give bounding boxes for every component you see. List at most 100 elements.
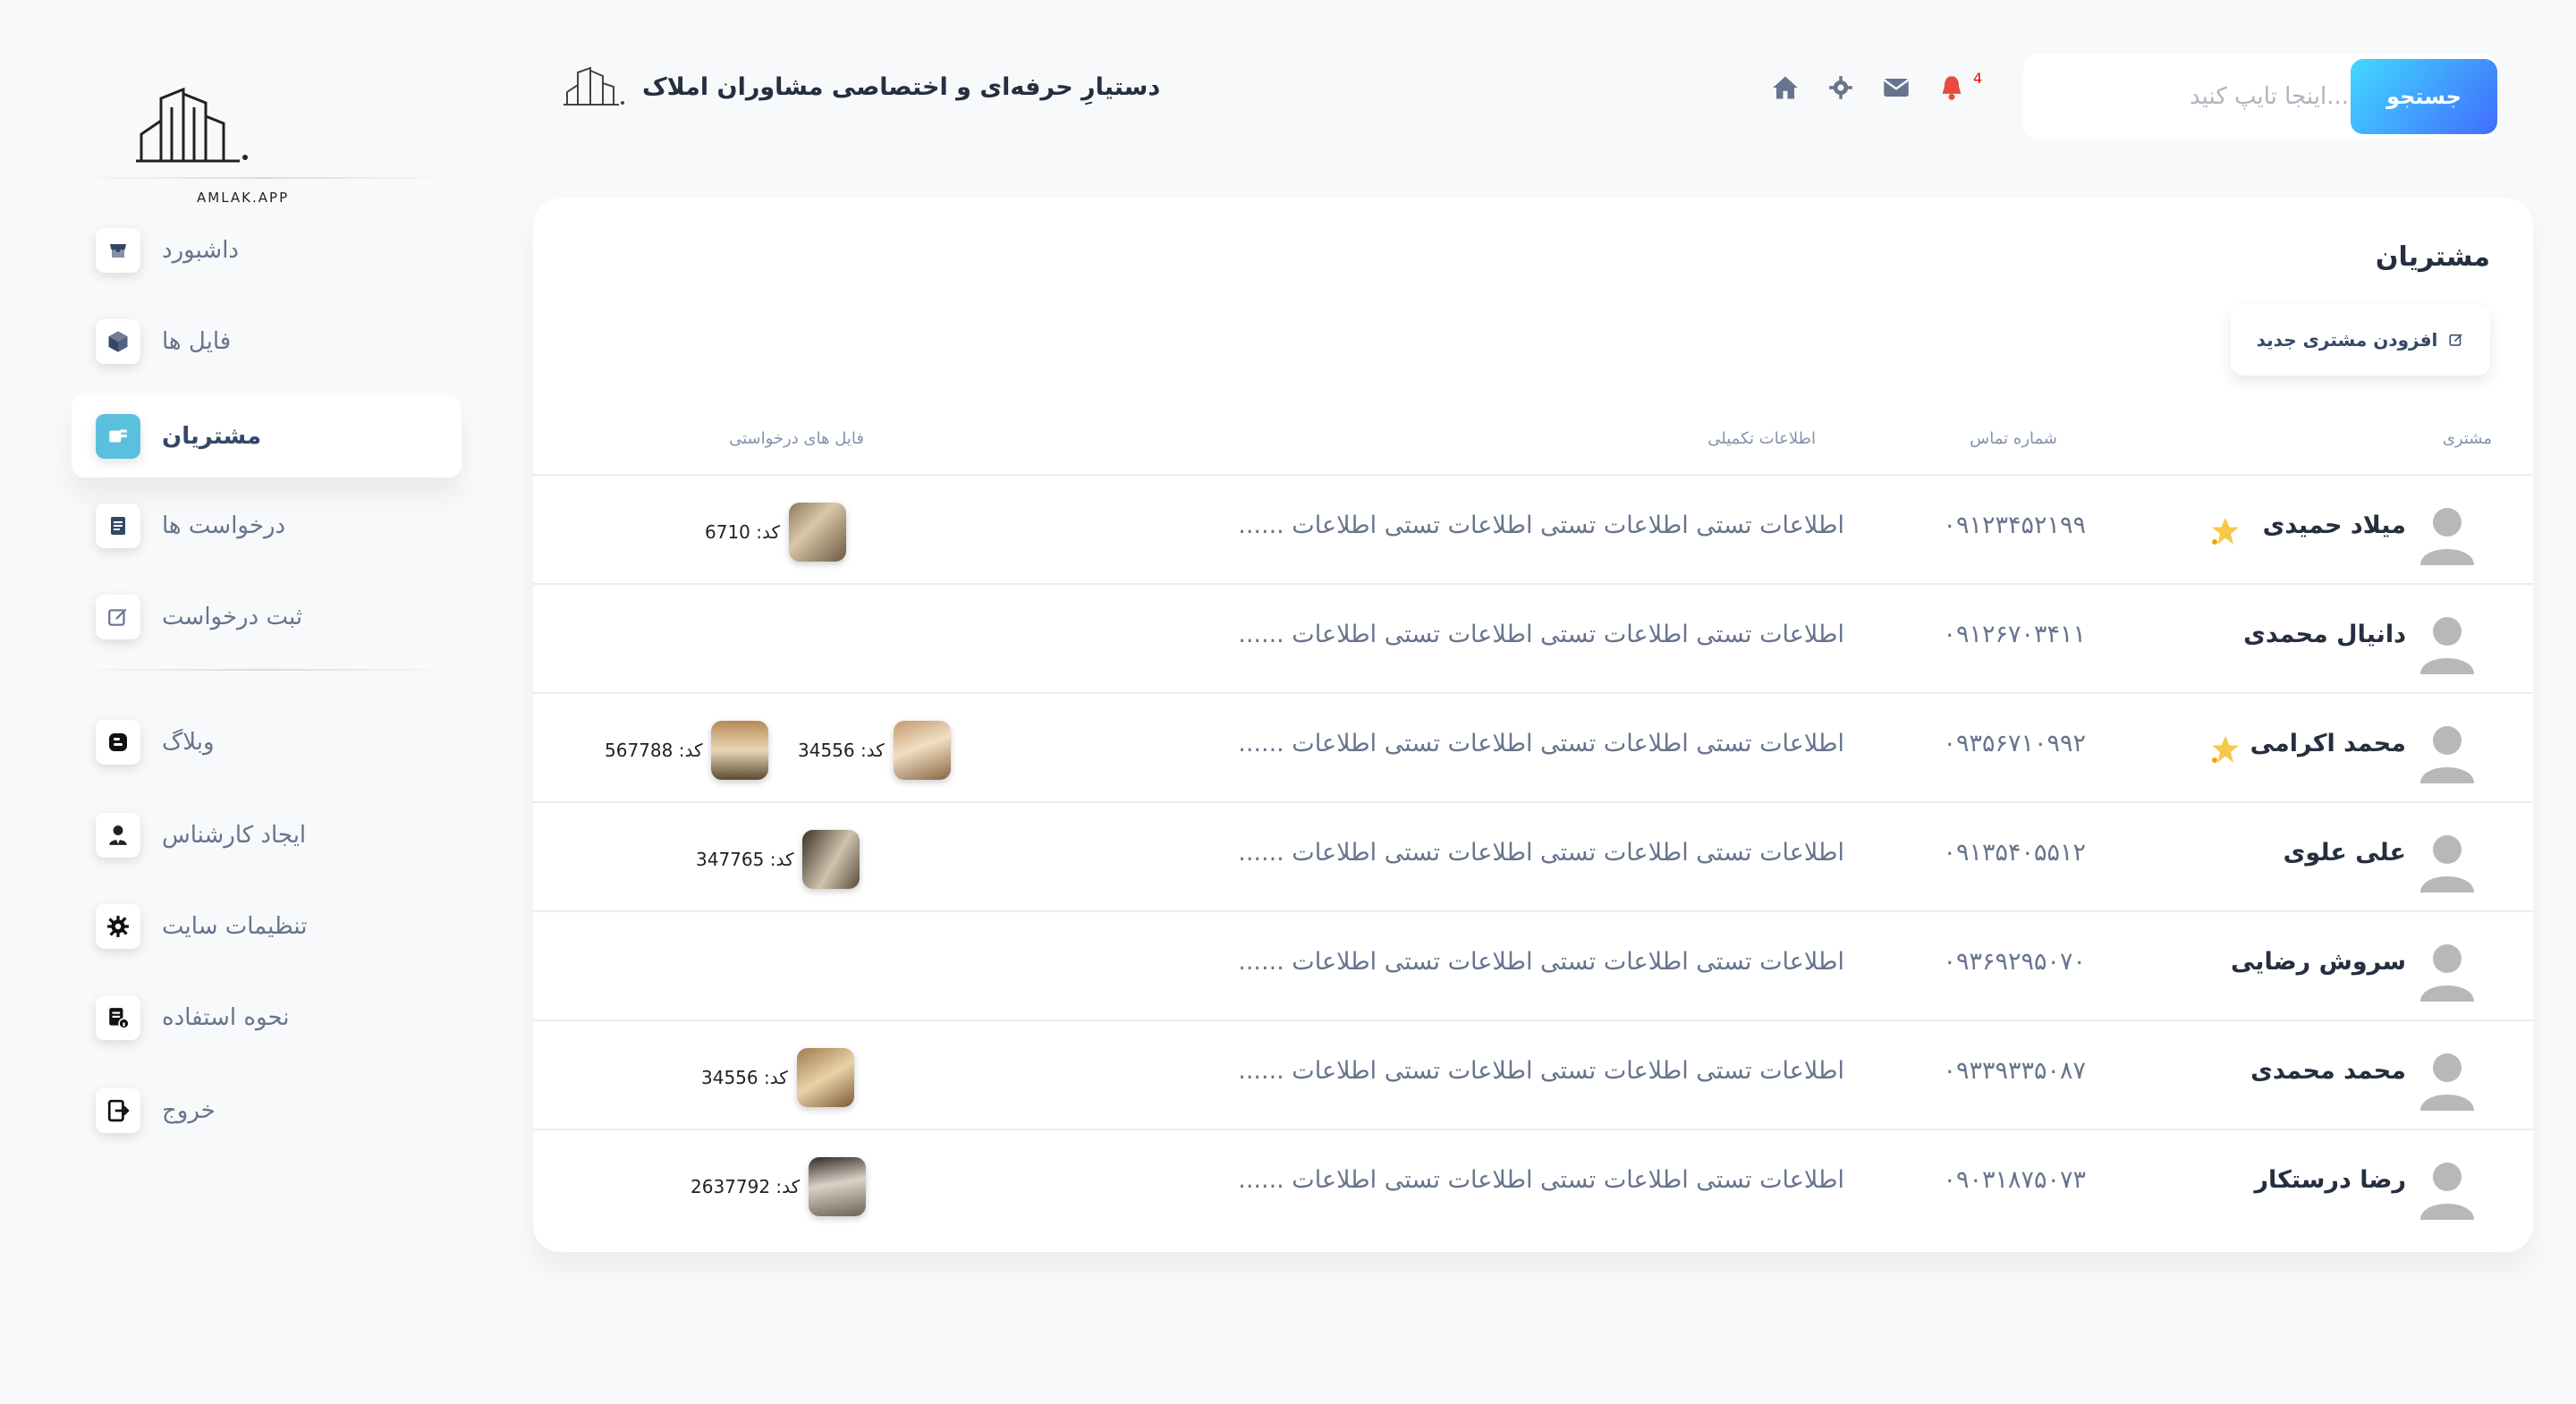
customer-phone: ۰۹۰۳۱۸۷۵۰۷۳ xyxy=(1943,1166,2086,1194)
sidebar-item-files[interactable]: فایل ها xyxy=(72,300,462,383)
gear-icon[interactable] xyxy=(1826,73,1855,102)
customer-name[interactable]: علی علوی xyxy=(2284,839,2406,867)
buildings-icon xyxy=(564,66,624,106)
file-code: کد: 34556 xyxy=(798,740,885,761)
file-thumbnail xyxy=(796,1048,854,1107)
customers-card: مشتریان افزودن مشتری جدید مشتری شماره تم… xyxy=(533,199,2533,1252)
sidebar-item-create-agent[interactable]: ایجاد کارشناس xyxy=(72,794,462,876)
avatar xyxy=(2420,1053,2474,1111)
logo[interactable]: AMLAK.APP xyxy=(134,80,313,215)
edit-icon xyxy=(2449,334,2462,346)
envelope-icon[interactable] xyxy=(1882,73,1911,102)
search-input[interactable] xyxy=(2045,70,2349,123)
table-row[interactable]: محمد محمدی ۰۹۳۳۹۳۳۵۰۸۷ اطلاعات تستی اطلا… xyxy=(533,1019,2533,1129)
file-code: کد: 6710 xyxy=(705,521,781,543)
logout-icon xyxy=(96,1088,140,1133)
customer-phone: ۰۹۱۲۶۷۰۳۴۱۱ xyxy=(1943,621,2086,648)
table-row[interactable]: علی علوی ۰۹۱۳۵۴۰۵۵۱۲ اطلاعات تستی اطلاعا… xyxy=(533,801,2533,910)
file-code: کد: 567788 xyxy=(605,740,703,761)
sidebar-item-requests[interactable]: درخواست ها xyxy=(72,485,462,567)
avatar xyxy=(2420,835,2474,892)
buildings-logo-icon xyxy=(136,87,248,163)
add-customer-label: افزودن مشتری جدید xyxy=(2256,329,2438,351)
file-thumbnail xyxy=(711,721,769,780)
card-title: مشتریان xyxy=(2375,241,2490,273)
requested-file[interactable]: کد: 6710 xyxy=(705,501,847,563)
sidebar: AMLAK.APP داشبورد فایل ها مشتریان درخواس… xyxy=(54,36,474,1198)
customer-phone: ۰۹۳۵۶۷۱۰۹۹۲ xyxy=(1943,730,2086,757)
sidebar-item-blog[interactable]: وبلاگ xyxy=(72,701,462,783)
customer-phone: ۰۹۳۶۹۲۹۵۰۷۰ xyxy=(1943,948,2086,976)
customer-name[interactable]: محمد محمدی xyxy=(2250,1057,2406,1085)
sidebar-divider xyxy=(72,177,456,179)
requested-file[interactable]: کد: 567788 xyxy=(605,719,769,782)
table-row[interactable]: سروش رضایی ۰۹۳۶۹۲۹۵۰۷۰ اطلاعات تستی اطلا… xyxy=(533,910,2533,1019)
sidebar-item-guide[interactable]: نحوه استفاده xyxy=(72,977,462,1059)
customer-name[interactable]: میلاد حمیدی xyxy=(2263,512,2406,539)
shop-icon xyxy=(96,228,140,273)
customer-name[interactable]: دانیال محمدی xyxy=(2243,621,2406,648)
requested-file[interactable]: کد: 34556 xyxy=(798,719,951,782)
table-row[interactable]: محمد اکرامی ۰۹۳۵۶۷۱۰۹۹۲ اطلاعات تستی اطل… xyxy=(533,692,2533,801)
sidebar-item-label: درخواست ها xyxy=(162,512,286,539)
page-title: دستیارِ حرفه‌ای و اختصاصی مشاوران املاک xyxy=(642,72,1161,101)
sidebar-item-label: ثبت درخواست xyxy=(162,604,303,630)
avatar xyxy=(2420,726,2474,783)
sidebar-item-dashboard[interactable]: داشبورد xyxy=(72,209,462,292)
search-box: جستجو xyxy=(2023,54,2497,140)
sidebar-item-label: خروج xyxy=(162,1097,216,1124)
brand: دستیارِ حرفه‌ای و اختصاصی مشاوران املاک xyxy=(564,63,1160,111)
table-row[interactable]: میلاد حمیدی ۰۹۱۲۳۴۵۲۱۹۹ اطلاعات تستی اطل… xyxy=(533,474,2533,583)
file-thumbnail xyxy=(893,721,951,780)
customers-icon xyxy=(96,414,140,459)
blog-icon xyxy=(96,720,140,765)
column-header-phone: شماره تماس xyxy=(1970,429,2057,448)
gear-icon xyxy=(96,904,140,949)
sidebar-divider xyxy=(72,669,456,671)
column-header-customer: مشتری xyxy=(2442,429,2492,448)
sidebar-item-label: فایل ها xyxy=(162,328,232,355)
sidebar-item-label: نحوه استفاده xyxy=(162,1004,290,1031)
customer-name[interactable]: محمد اکرامی xyxy=(2250,730,2406,757)
user-tie-icon xyxy=(96,813,140,858)
requested-file[interactable]: کد: 34556 xyxy=(701,1046,854,1109)
notification-count: 4 xyxy=(1973,69,1983,87)
customer-phone: ۰۹۱۲۳۴۵۲۱۹۹ xyxy=(1943,512,2086,539)
customer-name[interactable]: سروش رضایی xyxy=(2231,948,2406,976)
search-button[interactable]: جستجو xyxy=(2351,59,2497,134)
add-customer-button[interactable]: افزودن مشتری جدید xyxy=(2231,304,2490,376)
file-thumbnail xyxy=(809,1157,867,1216)
sidebar-item-label: ایجاد کارشناس xyxy=(162,822,307,849)
bell-icon[interactable] xyxy=(1937,73,1966,102)
customer-phone: ۰۹۳۳۹۳۳۵۰۸۷ xyxy=(1943,1057,2086,1085)
table-row[interactable]: رضا درستکار ۰۹۰۳۱۸۷۵۰۷۳ اطلاعات تستی اطل… xyxy=(533,1129,2533,1238)
sidebar-item-new-request[interactable]: ثبت درخواست xyxy=(72,576,462,658)
requested-file[interactable]: کد: 347765 xyxy=(696,828,860,891)
file-code: کد: 347765 xyxy=(696,849,794,870)
avatar xyxy=(2420,1163,2474,1220)
table-row[interactable]: دانیال محمدی ۰۹۱۲۶۷۰۳۴۱۱ اطلاعات تستی اط… xyxy=(533,583,2533,692)
sidebar-item-logout[interactable]: خروج xyxy=(72,1070,462,1152)
edit-icon xyxy=(96,595,140,639)
file-thumbnail xyxy=(802,830,860,889)
sidebar-item-site-settings[interactable]: تنظیمات سایت xyxy=(72,885,462,968)
sidebar-item-label: تنظیمات سایت xyxy=(162,913,308,940)
file-code: کد: 34556 xyxy=(701,1067,788,1088)
customer-info: اطلاعات تستی اطلاعات تستی اطلاعات تستی ا… xyxy=(1238,948,1844,976)
customer-info: اطلاعات تستی اطلاعات تستی اطلاعات تستی ا… xyxy=(1238,512,1844,539)
file-code: کد: 2637792 xyxy=(691,1176,801,1197)
home-icon[interactable] xyxy=(1771,73,1800,102)
column-header-files: فایل های درخواستی xyxy=(729,429,864,448)
header-icons: 4 xyxy=(1771,69,1983,102)
sidebar-item-customers[interactable]: مشتریان xyxy=(72,395,462,478)
customer-name[interactable]: رضا درستکار xyxy=(2254,1166,2406,1194)
star-icon[interactable] xyxy=(2209,733,2241,765)
requested-file[interactable]: کد: 2637792 xyxy=(691,1155,867,1218)
avatar xyxy=(2420,944,2474,1002)
sidebar-item-label: وبلاگ xyxy=(162,729,215,756)
customer-phone: ۰۹۱۳۵۴۰۵۵۱۲ xyxy=(1943,839,2086,867)
guide-icon xyxy=(96,995,140,1040)
avatar xyxy=(2420,617,2474,674)
column-header-info: اطلاعات تکمیلی xyxy=(1707,429,1816,448)
star-icon[interactable] xyxy=(2209,515,2241,547)
